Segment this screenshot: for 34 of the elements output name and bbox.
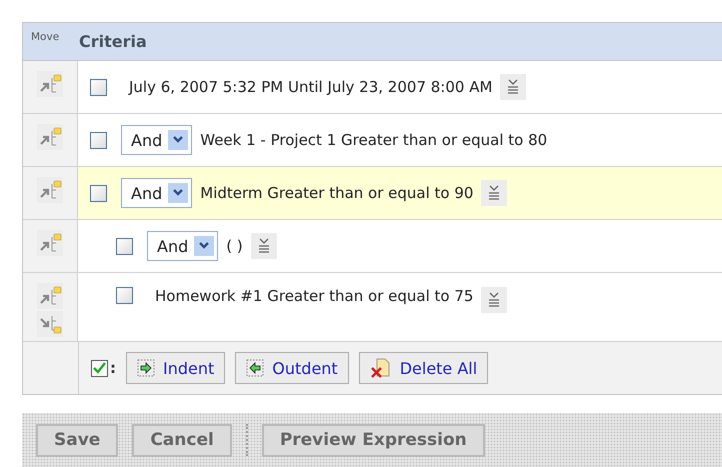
arrow-left-icon [246,359,264,377]
indent-button[interactable]: Indent [126,352,226,384]
colon-label: : [110,359,116,377]
criterion-text: ( ) [226,237,243,255]
outdent-button[interactable]: Outdent [235,352,349,384]
footer-button[interactable]: Cancel [132,424,232,456]
checkbox[interactable] [90,132,107,148]
arrow-right-icon [137,359,155,377]
criterion-text: Week 1 - Project 1 Greater than or equal to 80 [200,131,548,149]
delete-document-icon [370,357,392,379]
operator-dropdown[interactable]: And [121,125,192,155]
checkbox[interactable] [90,184,107,202]
move-up-icon[interactable] [37,177,63,203]
criterion-text: Homework #1 Greater than or equal to 75 [154,287,474,305]
column-header: Criteria [79,32,147,51]
chevron-down-icon [198,242,210,250]
chevron-down-icon [172,136,184,144]
operator-dropdown[interactable]: And [121,178,192,208]
chevron-down-icon [172,189,184,197]
move-up-icon[interactable] [37,71,63,97]
move-up-icon[interactable] [37,230,63,256]
move-down-icon[interactable] [37,311,63,337]
footer-button[interactable]: Save [36,424,118,456]
checkbox[interactable] [90,78,107,96]
criterion-text: July 6, 2007 5:32 PM Until July 23, 2007 8:00 AM [127,78,492,96]
move-up-icon[interactable] [37,124,63,150]
move-up-icon[interactable] [37,283,63,309]
operator-dropdown[interactable]: And [147,231,218,261]
column-header: Move [30,30,60,43]
delete-button[interactable]: Delete All [358,352,488,384]
footer-button[interactable]: Preview Expression [262,424,485,456]
criterion-text: Midterm Greater than or equal to 90 [200,184,474,202]
checkbox[interactable] [116,238,133,254]
checkbox[interactable] [116,287,133,304]
